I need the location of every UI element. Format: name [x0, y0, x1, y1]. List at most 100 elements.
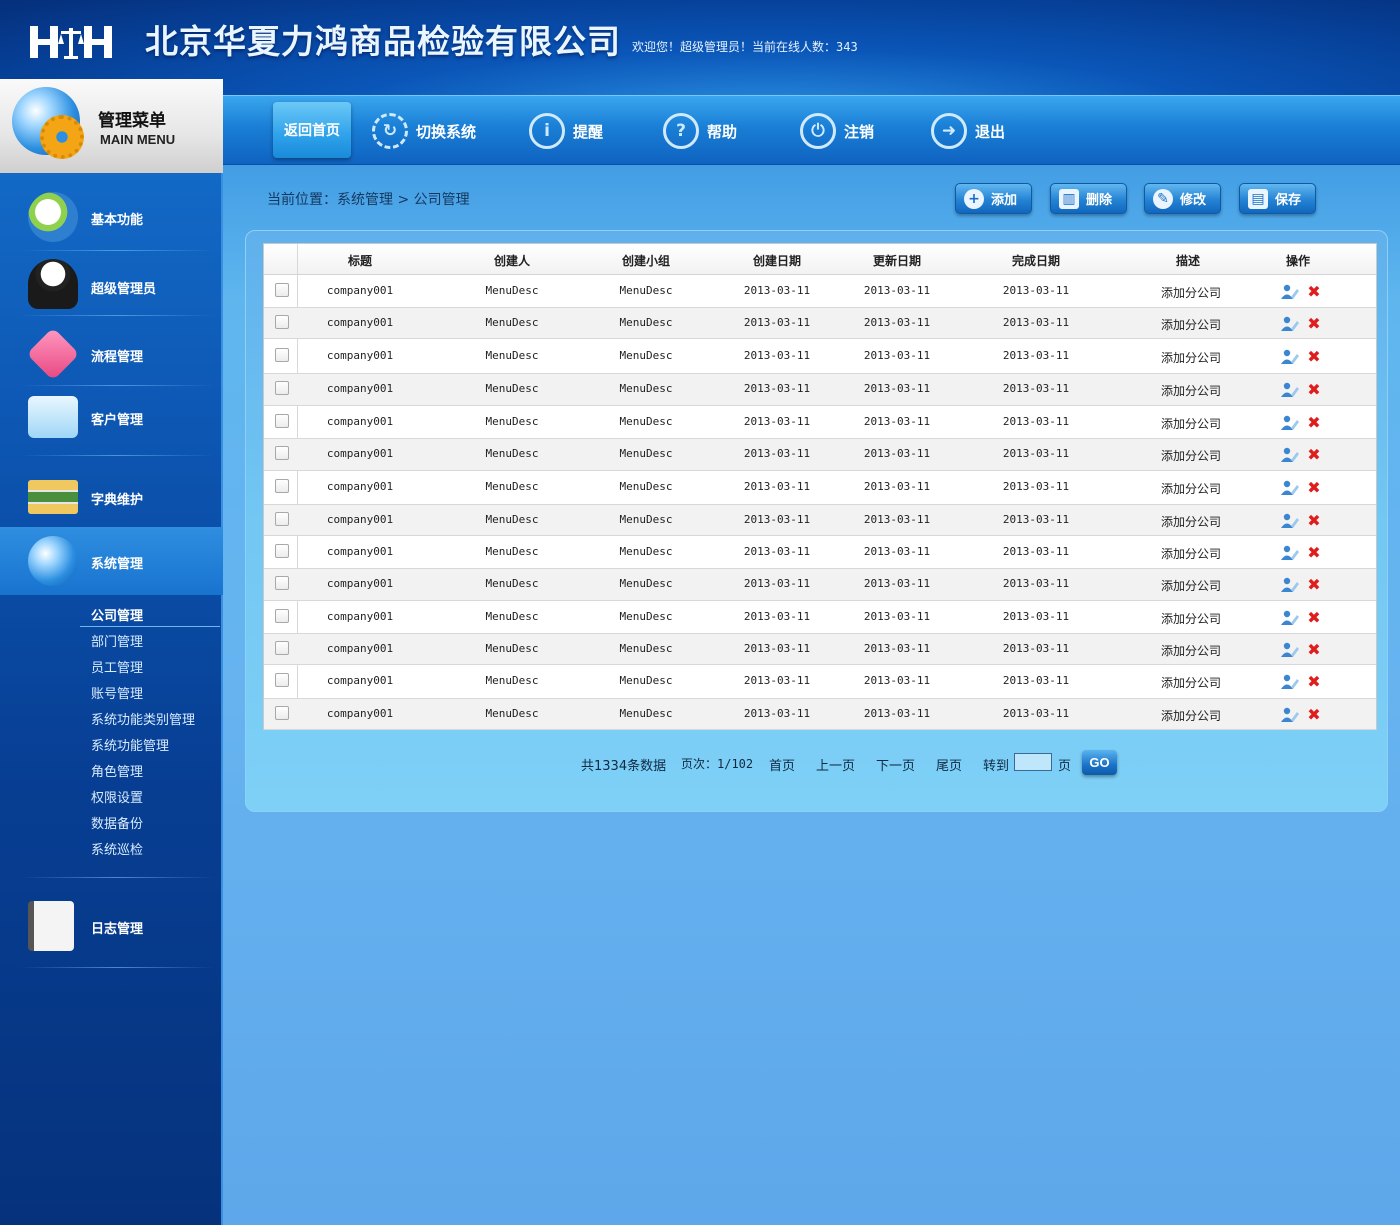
sidebar-item-process[interactable]: 流程管理 — [0, 327, 223, 381]
table-row[interactable]: company001 MenuDesc MenuDesc 2013-03-11 2013… — [264, 569, 1376, 601]
row-checkbox[interactable] — [275, 641, 289, 655]
first-page-link[interactable]: 首页 — [769, 755, 795, 774]
edit-user-icon[interactable] — [1281, 642, 1299, 658]
sub-item-company[interactable]: 公司管理 — [91, 605, 143, 624]
col-header-creator[interactable]: 创建人 — [450, 252, 574, 269]
col-header-group[interactable]: 创建小组 — [584, 252, 708, 269]
edit-user-icon[interactable] — [1281, 610, 1299, 626]
nav-switch-system[interactable]: ↻ 切换系统 — [372, 96, 476, 166]
cell-updated: 2013-03-11 — [863, 480, 931, 493]
edit-user-icon[interactable] — [1281, 415, 1299, 431]
nav-exit[interactable]: ➜ 退出 — [931, 96, 1005, 166]
delete-x-icon[interactable]: ✖ — [1307, 513, 1321, 529]
row-checkbox[interactable] — [275, 315, 289, 329]
add-button[interactable]: + 添加 — [955, 183, 1032, 214]
delete-x-icon[interactable]: ✖ — [1307, 284, 1321, 300]
sidebar-item-system[interactable]: 系统管理 — [0, 536, 223, 586]
row-checkbox[interactable] — [275, 512, 289, 526]
nav-logout[interactable]: ⏻ 注销 — [800, 96, 874, 166]
edit-user-icon[interactable] — [1281, 382, 1299, 398]
table-row[interactable]: company001 MenuDesc MenuDesc 2013-03-11 2013… — [264, 471, 1376, 505]
col-header-description[interactable]: 描述 — [1126, 252, 1250, 269]
edit-user-icon[interactable] — [1281, 513, 1299, 529]
edit-user-icon[interactable] — [1281, 707, 1299, 723]
table-row[interactable]: company001 MenuDesc MenuDesc 2013-03-11 2013… — [264, 601, 1376, 634]
edit-user-icon[interactable] — [1281, 447, 1299, 463]
row-checkbox[interactable] — [275, 576, 289, 590]
delete-x-icon[interactable]: ✖ — [1307, 674, 1321, 690]
col-header-updated[interactable]: 更新日期 — [835, 252, 959, 269]
table-row[interactable]: company001 MenuDesc MenuDesc 2013-03-11 2013… — [264, 406, 1376, 439]
edit-button[interactable]: ✎ 修改 — [1144, 183, 1221, 214]
col-header-created[interactable]: 创建日期 — [715, 252, 839, 269]
row-checkbox[interactable] — [275, 544, 289, 558]
sub-item-backup[interactable]: 数据备份 — [91, 813, 143, 832]
table-row[interactable]: company001 MenuDesc MenuDesc 2013-03-11 2013… — [264, 339, 1376, 374]
sub-item-role[interactable]: 角色管理 — [91, 761, 143, 780]
row-checkbox[interactable] — [275, 348, 289, 362]
sidebar-item-log[interactable]: 日志管理 — [0, 901, 223, 951]
nav-home-button[interactable]: 返回首页 — [273, 102, 351, 158]
row-checkbox[interactable] — [275, 381, 289, 395]
delete-x-icon[interactable]: ✖ — [1307, 545, 1321, 561]
sub-item-function-category[interactable]: 系统功能类别管理 — [91, 709, 195, 728]
nav-help[interactable]: ? 帮助 — [663, 96, 737, 166]
sidebar-item-customer[interactable]: 客户管理 — [0, 392, 223, 442]
goto-page-input[interactable] — [1014, 753, 1052, 771]
edit-user-icon[interactable] — [1281, 349, 1299, 365]
sub-item-account[interactable]: 账号管理 — [91, 683, 143, 702]
col-header-title[interactable]: 标题 — [298, 252, 422, 269]
cell-created: 2013-03-11 — [743, 480, 811, 493]
sidebar-item-basic[interactable]: 基本功能 — [0, 192, 223, 242]
delete-x-icon[interactable]: ✖ — [1307, 382, 1321, 398]
table-row[interactable]: company001 MenuDesc MenuDesc 2013-03-11 2013… — [264, 505, 1376, 536]
go-button[interactable]: GO — [1082, 750, 1117, 775]
table-row[interactable]: company001 MenuDesc MenuDesc 2013-03-11 2013… — [264, 665, 1376, 699]
table-row[interactable]: company001 MenuDesc MenuDesc 2013-03-11 2013… — [264, 308, 1376, 339]
row-checkbox[interactable] — [275, 706, 289, 720]
save-button[interactable]: ▤ 保存 — [1239, 183, 1316, 214]
edit-user-icon[interactable] — [1281, 674, 1299, 690]
delete-x-icon[interactable]: ✖ — [1307, 415, 1321, 431]
row-checkbox[interactable] — [275, 673, 289, 687]
sub-item-permission[interactable]: 权限设置 — [91, 787, 143, 806]
delete-x-icon[interactable]: ✖ — [1307, 610, 1321, 626]
delete-x-icon[interactable]: ✖ — [1307, 707, 1321, 723]
prev-page-link[interactable]: 上一页 — [816, 755, 855, 774]
delete-x-icon[interactable]: ✖ — [1307, 349, 1321, 365]
edit-user-icon[interactable] — [1281, 284, 1299, 300]
table-row[interactable]: company001 MenuDesc MenuDesc 2013-03-11 2013… — [264, 374, 1376, 406]
row-checkbox[interactable] — [275, 446, 289, 460]
delete-x-icon[interactable]: ✖ — [1307, 642, 1321, 658]
cell-completed: 2013-03-11 — [1002, 674, 1070, 687]
delete-x-icon[interactable]: ✖ — [1307, 577, 1321, 593]
edit-user-icon[interactable] — [1281, 316, 1299, 332]
delete-x-icon[interactable]: ✖ — [1307, 316, 1321, 332]
last-page-link[interactable]: 尾页 — [936, 755, 962, 774]
sidebar-item-superadmin[interactable]: 超级管理员 — [0, 259, 223, 313]
row-checkbox[interactable] — [275, 283, 289, 297]
row-checkbox[interactable] — [275, 414, 289, 428]
nav-reminder[interactable]: i 提醒 — [529, 96, 603, 166]
next-page-link[interactable]: 下一页 — [876, 755, 915, 774]
edit-user-icon[interactable] — [1281, 577, 1299, 593]
table-row[interactable]: company001 MenuDesc MenuDesc 2013-03-11 2013… — [264, 699, 1376, 730]
delete-x-icon[interactable]: ✖ — [1307, 447, 1321, 463]
sub-item-department[interactable]: 部门管理 — [91, 631, 143, 650]
table-row[interactable]: company001 MenuDesc MenuDesc 2013-03-11 2013… — [264, 634, 1376, 665]
table-row[interactable]: company001 MenuDesc MenuDesc 2013-03-11 2013… — [264, 275, 1376, 308]
sub-item-function[interactable]: 系统功能管理 — [91, 735, 169, 754]
delete-button[interactable]: ▥ 删除 — [1050, 183, 1127, 214]
row-checkbox[interactable] — [275, 609, 289, 623]
edit-user-icon[interactable] — [1281, 480, 1299, 496]
delete-x-icon[interactable]: ✖ — [1307, 480, 1321, 496]
table-row[interactable]: company001 MenuDesc MenuDesc 2013-03-11 2013… — [264, 439, 1376, 471]
sub-item-employee[interactable]: 员工管理 — [91, 657, 143, 676]
col-header-completed[interactable]: 完成日期 — [974, 252, 1098, 269]
table-row[interactable]: company001 MenuDesc MenuDesc 2013-03-11 2013… — [264, 536, 1376, 569]
sidebar-item-dictionary[interactable]: 字典维护 — [0, 472, 223, 522]
row-checkbox[interactable] — [275, 479, 289, 493]
sub-item-inspection[interactable]: 系统巡检 — [91, 839, 143, 858]
sidebar-item-label: 基本功能 — [91, 213, 144, 228]
edit-user-icon[interactable] — [1281, 545, 1299, 561]
